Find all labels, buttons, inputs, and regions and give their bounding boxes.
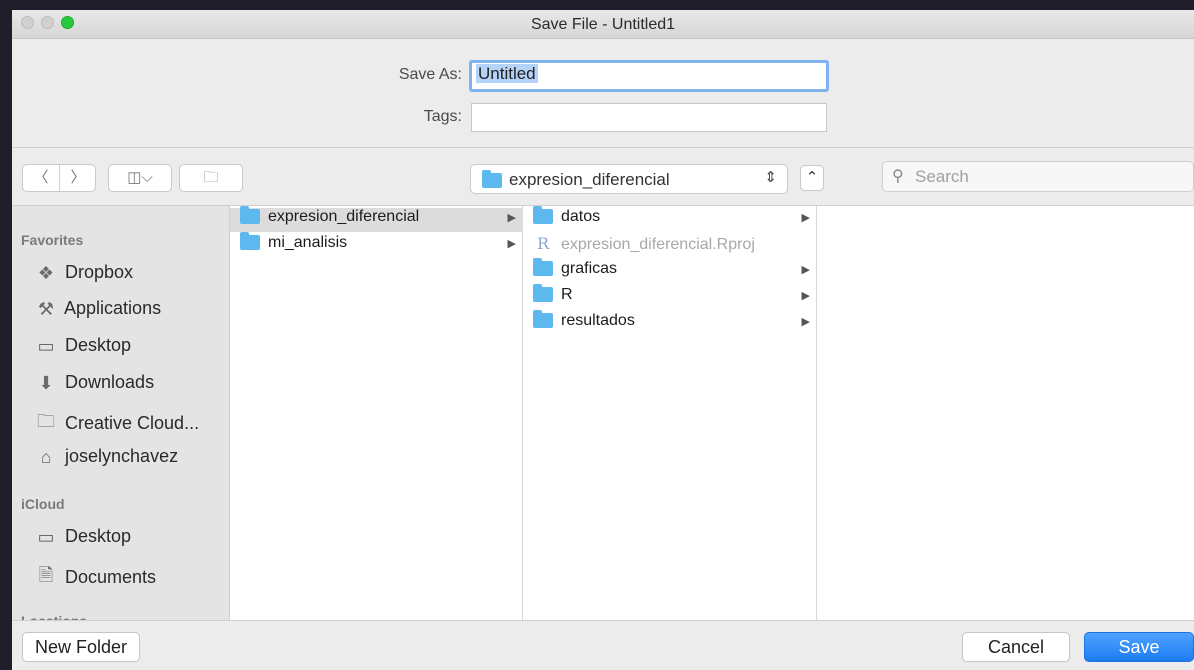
tags-label: Tags: <box>423 108 462 125</box>
item-name: mi_analisis <box>268 234 348 251</box>
disclosure-arrow-icon: ▶ <box>801 316 810 328</box>
downloads-icon: ⬇ <box>38 372 54 393</box>
item-name: datos <box>561 208 601 225</box>
item-name: graficas <box>561 260 618 277</box>
sidebar-item-desktop[interactable]: ▭ Desktop <box>32 335 131 357</box>
new-folder-button[interactable]: New Folder <box>22 632 140 662</box>
window-title: Save File - Untitled1 <box>530 16 676 33</box>
disclosure-arrow-icon: ▶ <box>801 212 810 224</box>
chevron-up-icon: ⌃ <box>805 169 819 186</box>
disclosure-arrow-icon: ▶ <box>507 238 516 250</box>
back-button[interactable]: 〈 <box>23 165 60 191</box>
item-name: expresion_diferencial.Rproj <box>561 236 755 253</box>
view-mode-button[interactable]: ◫⌵ <box>108 164 172 192</box>
columns-view-icon: ◫⌵ <box>127 169 153 186</box>
save-button[interactable]: Save <box>1084 632 1194 662</box>
sidebar-item-creative-cloud[interactable]: 🗀 Creative Cloud... <box>32 409 199 439</box>
sidebar-item-documents[interactable]: 🗎 Documents <box>32 563 156 593</box>
save-dialog: Save File - Untitled1 Save As: Untitled … <box>12 10 1194 670</box>
sidebar-section-favorites: Favorites <box>21 232 84 248</box>
dropbox-icon: ❖ <box>37 262 55 283</box>
list-item[interactable]: R ▶ <box>523 284 816 310</box>
nav-buttons: 〈 〉 <box>22 164 96 192</box>
sidebar-item-label: Dropbox <box>65 262 134 282</box>
list-item[interactable]: resultados ▶ <box>523 310 816 336</box>
item-name: expresion_diferencial <box>268 208 420 225</box>
sidebar-item-label: Desktop <box>65 526 132 546</box>
save-as-value: Untitled <box>476 64 538 83</box>
save-as-label: Save As: <box>398 66 462 83</box>
folder-icon <box>482 170 502 188</box>
desktop-icon: ▭ <box>37 526 55 547</box>
disclosure-arrow-icon: ▶ <box>801 290 810 302</box>
search-icon: ⚲ <box>892 168 904 185</box>
home-icon: ⌂ <box>40 446 52 467</box>
browser-column-3 <box>817 206 1194 620</box>
applications-icon: ⚒ <box>37 298 55 319</box>
sidebar-item-label: joselynchavez <box>65 446 179 466</box>
bottom-bar: New Folder Cancel Save <box>12 620 1194 670</box>
updown-icon: ⇕ <box>764 169 777 186</box>
title-bar: Save File - Untitled1 <box>12 10 1194 39</box>
folder-icon <box>533 284 553 303</box>
folder-icon <box>533 258 553 277</box>
new-folder-toolbar-button[interactable]: 🗀 <box>179 164 243 192</box>
sidebar-item-label: Creative Cloud... <box>65 412 200 433</box>
tags-field[interactable] <box>471 103 827 132</box>
disclosure-arrow-icon: ▶ <box>507 212 516 224</box>
list-item[interactable]: expresion_diferencial ▶ <box>230 206 522 232</box>
separator <box>12 147 1194 148</box>
browser-column-2: datos ▶ Rexpresion_diferencial.Rproj gra… <box>523 206 817 620</box>
folder-icon <box>240 206 260 225</box>
save-as-field[interactable]: Untitled <box>469 60 829 92</box>
search-placeholder: Search <box>915 167 969 186</box>
sidebar-section-icloud: iCloud <box>21 496 65 512</box>
sidebar-item-dropbox[interactable]: ❖ Dropbox <box>32 262 133 284</box>
folder-icon <box>533 206 553 225</box>
chevron-left-icon: 〈 <box>33 169 49 186</box>
browser-column-1: expresion_diferencial ▶ mi_analisis ▶ <box>230 206 523 620</box>
chevron-right-icon: 〉 <box>70 169 86 186</box>
location-label: expresion_diferencial <box>509 170 670 189</box>
collapse-button[interactable]: ⌃ <box>800 165 824 191</box>
item-name: R <box>561 286 573 303</box>
documents-icon: 🗎 <box>38 565 54 585</box>
folder-icon <box>533 310 553 329</box>
sidebar-item-label: Applications <box>64 298 162 318</box>
sidebar-item-applications[interactable]: ⚒ Applications <box>32 298 161 320</box>
list-item[interactable]: mi_analisis ▶ <box>230 232 522 258</box>
item-name: resultados <box>561 312 635 329</box>
list-item: Rexpresion_diferencial.Rproj <box>523 234 816 258</box>
sidebar-item-home[interactable]: ⌂ joselynchavez <box>32 446 179 468</box>
desktop-icon: ▭ <box>37 335 55 356</box>
cancel-button[interactable]: Cancel <box>962 632 1070 662</box>
list-item[interactable]: graficas ▶ <box>523 258 816 284</box>
disclosure-arrow-icon: ▶ <box>801 264 810 276</box>
sidebar-item-label: Documents <box>65 566 157 587</box>
new-folder-icon: 🗀 <box>203 169 219 186</box>
sidebar-item-label: Desktop <box>65 335 132 355</box>
sidebar-item-downloads[interactable]: ⬇ Downloads <box>32 372 154 394</box>
rproj-file-icon: R <box>536 234 550 253</box>
sidebar-item-label: Downloads <box>65 372 155 392</box>
folder-icon <box>240 232 260 251</box>
list-item[interactable]: datos ▶ <box>523 206 816 232</box>
sidebar: Favorites ❖ Dropbox ⚒ Applications ▭ Des… <box>12 206 230 629</box>
location-popup[interactable]: expresion_diferencial ⇕ <box>470 164 788 194</box>
folder-icon: 🗀 <box>37 411 55 431</box>
forward-button[interactable]: 〉 <box>60 165 96 191</box>
sidebar-item-icloud-desktop[interactable]: ▭ Desktop <box>32 526 131 548</box>
search-field[interactable]: ⚲ Search <box>882 161 1194 192</box>
